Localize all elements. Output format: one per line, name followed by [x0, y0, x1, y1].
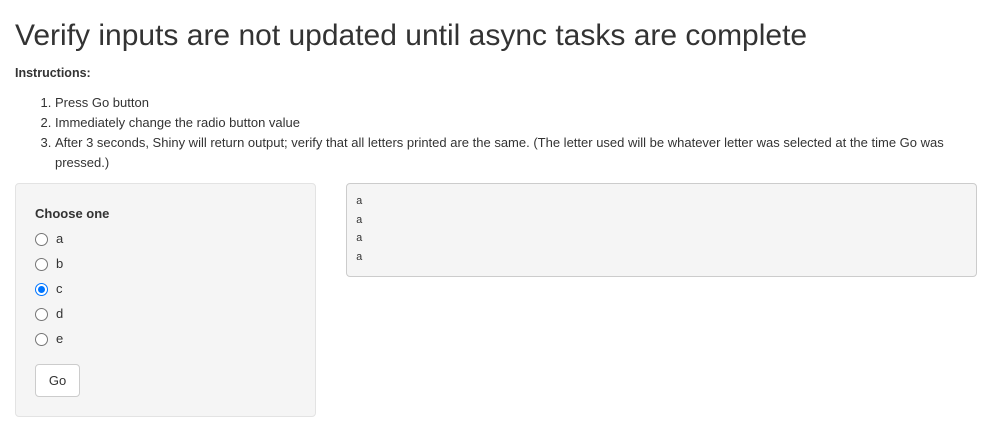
page: Verify inputs are not updated until asyn…: [0, 0, 992, 437]
radio-option-a[interactable]: a: [35, 229, 63, 249]
instructions-list: Press Go button Immediately change the r…: [15, 93, 970, 173]
radio-option-e[interactable]: e: [35, 329, 63, 349]
radio-option-label: e: [56, 331, 64, 346]
instructions-heading: Instructions:: [15, 66, 91, 80]
radio-button-icon[interactable]: [35, 232, 48, 246]
radio-option-label: d: [56, 306, 64, 321]
go-button[interactable]: Go: [35, 364, 80, 397]
radio-option-label: c: [56, 281, 63, 296]
output-line: a: [356, 233, 363, 245]
radio-option-c[interactable]: c: [35, 279, 63, 299]
radio-button-icon[interactable]: [35, 332, 48, 346]
radio-button-icon[interactable]: [35, 257, 48, 271]
radio-option-label: a: [56, 231, 64, 246]
radio-option-b[interactable]: b: [35, 254, 63, 274]
output-panel: a a a a: [346, 183, 977, 277]
radio-button-icon[interactable]: [35, 307, 48, 321]
radio-group-label: Choose one: [35, 206, 110, 221]
instruction-step: Immediately change the radio button valu…: [55, 113, 970, 133]
radio-button-icon[interactable]: [35, 282, 48, 296]
radio-option-label: b: [56, 256, 64, 271]
radio-option-d[interactable]: d: [35, 304, 63, 324]
output-line: a: [356, 196, 363, 208]
instruction-step: After 3 seconds, Shiny will return outpu…: [55, 133, 970, 173]
sidebar-panel: Choose one a b c d e Go: [15, 183, 316, 417]
output-line: a: [356, 214, 363, 227]
instruction-step: Press Go button: [55, 93, 970, 113]
page-title: Verify inputs are not updated until asyn…: [15, 19, 808, 52]
output-line: a: [356, 251, 363, 264]
